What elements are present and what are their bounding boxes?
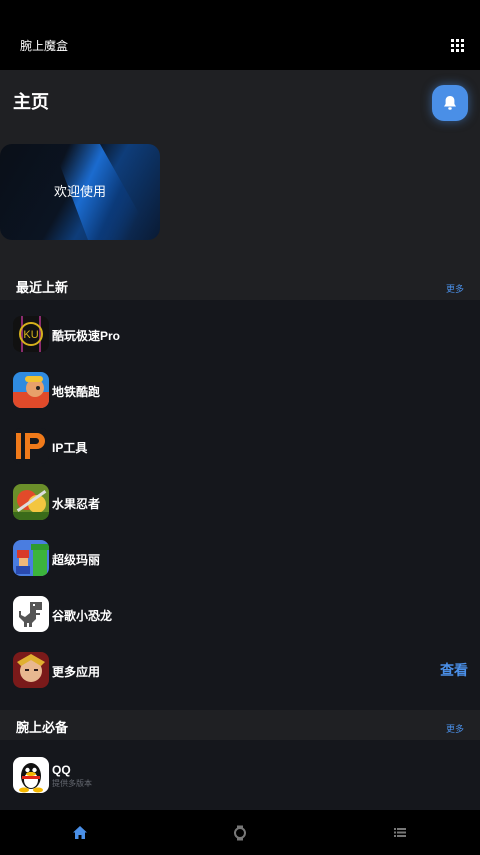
list-item[interactable]: IP工具 xyxy=(0,428,480,484)
home-icon xyxy=(73,826,87,839)
page-title: 主页 xyxy=(13,92,49,112)
tab-home[interactable] xyxy=(0,810,160,855)
list-item[interactable]: KU 酷玩极速Pro xyxy=(0,316,480,372)
essentials-list: QQ 提供多版本 xyxy=(0,740,480,810)
list-item[interactable]: QQ 提供多版本 xyxy=(0,757,480,813)
banner-text: 欢迎使用 xyxy=(53,184,106,199)
app-name: QQ xyxy=(52,763,71,777)
app-name: IP工具 xyxy=(52,441,88,455)
list-item[interactable]: 超级玛丽 xyxy=(0,540,480,596)
view-button[interactable]: 查看 xyxy=(440,660,468,680)
list-icon xyxy=(394,828,406,837)
recent-section-title: 最近上新 xyxy=(16,280,69,295)
kuwan-app-icon: KU xyxy=(13,316,49,352)
app-name: 水果忍者 xyxy=(52,497,101,511)
essentials-section-header: 腕上必备 更多 xyxy=(0,710,480,740)
app-subtitle: 提供多版本 xyxy=(52,779,92,788)
app-name: 更多应用 xyxy=(52,665,101,679)
notifications-button[interactable] xyxy=(432,85,468,121)
qq-app-icon xyxy=(13,757,49,793)
app-top-bar: 腕上魔盒 xyxy=(0,0,480,70)
app-title: 腕上魔盒 xyxy=(20,39,69,53)
essentials-section-title: 腕上必备 xyxy=(16,720,69,735)
subway-surfers-app-icon xyxy=(13,372,49,408)
tab-list[interactable] xyxy=(320,810,480,855)
ip-tool-app-icon xyxy=(13,428,49,464)
welcome-banner[interactable]: 欢迎使用 xyxy=(0,144,160,240)
app-name: 超级玛丽 xyxy=(52,553,101,567)
super-mario-app-icon xyxy=(13,540,49,576)
recent-list: KU 酷玩极速Pro 地铁酷跑 IP工具 水果忍者 超级玛丽 谷歌小恐龙 更多应… xyxy=(0,300,480,710)
fruit-ninja-app-icon xyxy=(13,484,49,520)
app-name: 地铁酷跑 xyxy=(52,385,101,399)
list-item[interactable]: 地铁酷跑 xyxy=(0,372,480,428)
recent-section-header: 最近上新 更多 xyxy=(0,270,480,300)
bell-icon xyxy=(444,96,456,110)
list-item[interactable]: 谷歌小恐龙 xyxy=(0,596,480,652)
app-name: 谷歌小恐龙 xyxy=(52,609,113,623)
essentials-more-link[interactable]: 更多 xyxy=(446,722,464,735)
svg-text:KU: KU xyxy=(23,329,38,341)
watch-icon xyxy=(234,825,246,841)
app-name: 酷玩极速Pro xyxy=(52,329,121,343)
list-item[interactable]: 水果忍者 xyxy=(0,484,480,540)
more-apps-icon xyxy=(13,652,49,688)
dino-app-icon xyxy=(13,596,49,632)
tab-watch[interactable] xyxy=(160,810,320,855)
recent-more-link[interactable]: 更多 xyxy=(446,282,464,295)
list-item[interactable]: 更多应用 查看 xyxy=(0,652,480,708)
grid-menu-icon[interactable] xyxy=(451,39,464,52)
bottom-navigation xyxy=(0,810,480,855)
